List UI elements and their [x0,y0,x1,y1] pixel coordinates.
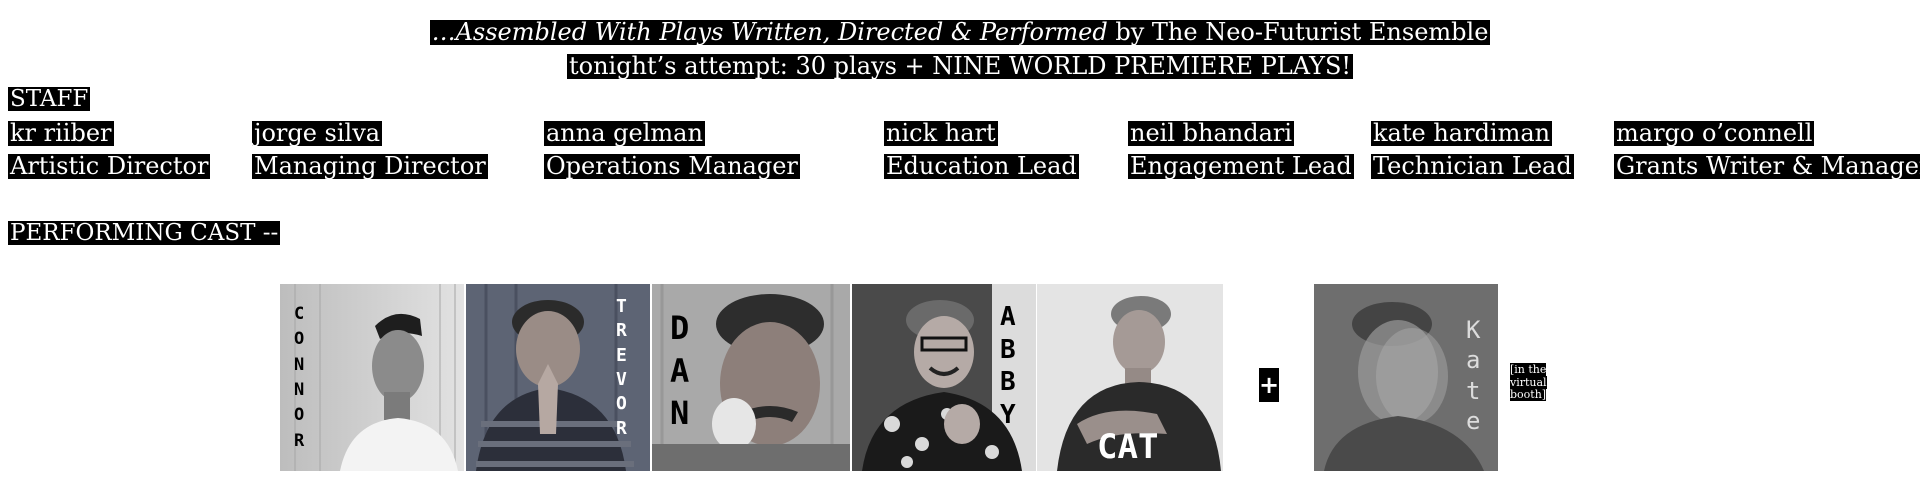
cast-name-connor: C O N N O R [294,304,305,451]
cast-name-cat: CAT [1097,427,1159,467]
staff-name: margo o’connell [1614,119,1815,147]
staff-role: Managing Director [252,152,488,180]
staff-role: Education Lead [884,152,1079,180]
staff-role: Artistic Director [8,152,211,180]
cast-photo-dan: D A N [652,284,850,471]
performing-cast-label: PERFORMING CAST -- [8,220,281,246]
staff-member-nick-hart: nick hart Education Lead [884,119,1079,180]
staff-name: kate hardiman [1371,119,1553,147]
show-tagline: …Assembled With Plays Written, Directed … [0,18,1920,46]
cast-photo-connor: C O N N O R [280,284,464,471]
staff-role: Grants Writer & Manager [1614,153,1920,180]
cast-photo-trevor: T R E V O R [466,284,650,471]
staff-label: STAFF [8,86,91,112]
staff-role: Operations Manager [544,152,800,180]
cast-name-dan: D A N [670,309,690,433]
tagline-ensemble: by The Neo-Futurist Ensemble [1107,18,1489,46]
plus-sign: + [1259,368,1279,402]
staff-name: neil bhandari [1128,119,1295,147]
staff-member-kr-riiber: kr riiber Artistic Director [8,119,211,180]
staff-member-neil-bhandari: neil bhandari Engagement Lead [1128,119,1354,180]
cast-photo-abby: A B B Y [852,284,1036,471]
staff-name: nick hart [884,119,998,147]
staff-member-anna-gelman: anna gelman Operations Manager [544,119,800,180]
staff-name: anna gelman [544,119,705,147]
cast-name-trevor: T R E V O R [616,296,627,439]
cast-name-abby: A B B Y [1000,302,1016,430]
staff-name: kr riiber [8,119,114,147]
cast-name-kate: K a t e [1466,316,1481,436]
tagline-italic-part: …Assembled With Plays Written, Directed … [431,18,1108,46]
tonights-attempt: tonight’s attempt: 30 plays + NINE WORLD… [566,52,1354,80]
staff-member-kate-hardiman: kate hardiman Technician Lead [1371,119,1574,180]
staff-member-jorge-silva: jorge silva Managing Director [252,119,488,180]
virtual-booth-note: [in the virtual booth] [1510,363,1547,402]
staff-role: Engagement Lead [1128,152,1354,180]
staff-name: jorge silva [252,119,383,147]
cast-photo-cat: CAT [1037,284,1223,471]
staff-member-margo-oconnell: margo o’connell Grants Writer & Manager [1614,119,1920,180]
cast-photo-kate: K a t e [1314,284,1498,471]
staff-role: Technician Lead [1371,152,1574,180]
